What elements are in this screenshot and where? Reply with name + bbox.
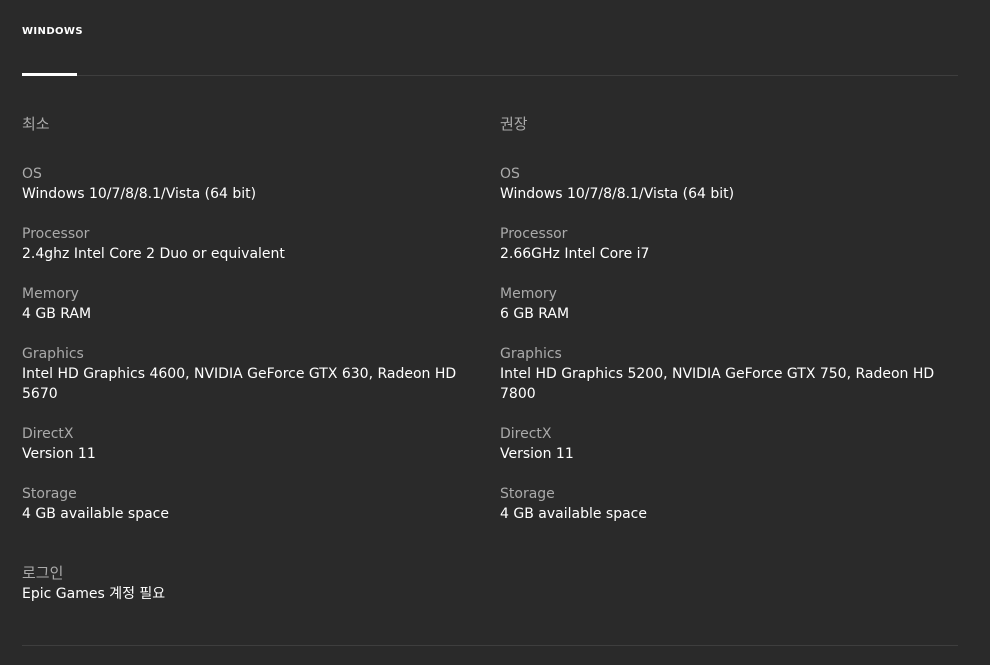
rec-directx-label: DirectX — [500, 426, 552, 442]
minimum-requirements-column: 최소 OS Windows 10/7/8/8.1/Vista (64 bit) … — [22, 113, 480, 544]
min-graphics-value: Intel HD Graphics 4600, NVIDIA GeForce G… — [22, 366, 457, 402]
tab-windows-label: WINDOWS — [22, 26, 83, 37]
min-directx-value: Version 11 — [22, 446, 96, 462]
rec-os-spec: OS Windows 10/7/8/8.1/Vista (64 bit) — [500, 164, 958, 204]
min-os-value: Windows 10/7/8/8.1/Vista (64 bit) — [22, 186, 257, 202]
rec-processor-spec: Processor 2.66GHz Intel Core i7 — [500, 224, 958, 264]
min-storage-spec: Storage 4 GB available space — [22, 484, 480, 524]
minimum-title: 최소 — [22, 115, 50, 133]
rec-graphics-value: Intel HD Graphics 5200, NVIDIA GeForce G… — [500, 366, 935, 402]
rec-memory-value: 6 GB RAM — [500, 306, 570, 322]
rec-storage-value: 4 GB available space — [500, 506, 647, 522]
rec-os-value: Windows 10/7/8/8.1/Vista (64 bit) — [500, 186, 735, 202]
login-label: 로그인 — [22, 564, 64, 582]
rec-graphics-label: Graphics — [500, 346, 562, 362]
rec-processor-value: 2.66GHz Intel Core i7 — [500, 246, 650, 262]
min-directx-spec: DirectX Version 11 — [22, 424, 480, 464]
rec-memory-spec: Memory 6 GB RAM — [500, 284, 958, 324]
min-storage-label: Storage — [22, 486, 77, 502]
rec-directx-value: Version 11 — [500, 446, 574, 462]
min-os-label: OS — [22, 166, 42, 182]
min-directx-label: DirectX — [22, 426, 74, 442]
min-processor-label: Processor — [22, 226, 90, 242]
recommended-requirements-column: 권장 OS Windows 10/7/8/8.1/Vista (64 bit) … — [500, 113, 958, 544]
min-graphics-spec: Graphics Intel HD Graphics 4600, NVIDIA … — [22, 344, 480, 404]
min-graphics-label: Graphics — [22, 346, 84, 362]
min-memory-label: Memory — [22, 286, 79, 302]
rec-storage-spec: Storage 4 GB available space — [500, 484, 958, 524]
min-processor-value: 2.4ghz Intel Core 2 Duo or equivalent — [22, 246, 285, 262]
login-requirement: 로그인 Epic Games 계정 필요 — [22, 562, 480, 604]
min-storage-value: 4 GB available space — [22, 506, 169, 522]
rec-directx-spec: DirectX Version 11 — [500, 424, 958, 464]
bottom-divider — [22, 645, 958, 646]
min-os-spec: OS Windows 10/7/8/8.1/Vista (64 bit) — [22, 164, 480, 204]
min-memory-value: 4 GB RAM — [22, 306, 92, 322]
rec-memory-label: Memory — [500, 286, 557, 302]
platform-tab-bar: WINDOWS — [22, 0, 958, 76]
rec-graphics-spec: Graphics Intel HD Graphics 5200, NVIDIA … — [500, 344, 958, 404]
rec-processor-label: Processor — [500, 226, 568, 242]
active-tab-indicator — [22, 73, 77, 76]
login-value: Epic Games 계정 필요 — [22, 586, 166, 602]
rec-os-label: OS — [500, 166, 520, 182]
rec-storage-label: Storage — [500, 486, 555, 502]
min-memory-spec: Memory 4 GB RAM — [22, 284, 480, 324]
min-processor-spec: Processor 2.4ghz Intel Core 2 Duo or equ… — [22, 224, 480, 264]
tab-windows[interactable]: WINDOWS — [22, 0, 83, 76]
recommended-title: 권장 — [500, 115, 528, 133]
